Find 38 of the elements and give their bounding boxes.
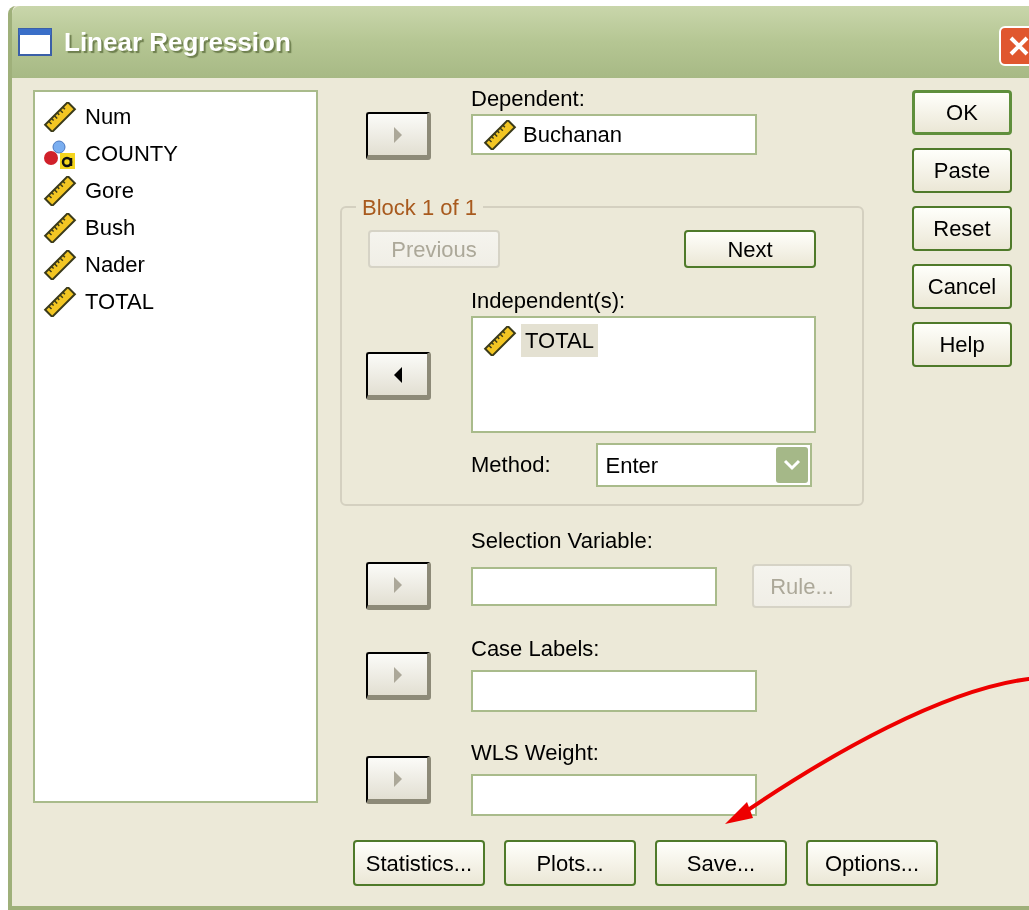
variable-item[interactable]: Bush: [81, 211, 140, 244]
variable-item[interactable]: Num: [81, 100, 136, 133]
button[interactable]: Cancel: [912, 264, 1012, 309]
variable-list[interactable]: Num COUNTY Gore Bush Nader TOTAL: [33, 90, 318, 803]
input-field[interactable]: [471, 566, 717, 606]
window-icon: [18, 28, 52, 56]
window-title: Linear Regression: [64, 25, 291, 59]
variable-item: Buchanan: [523, 121, 623, 149]
close-button[interactable]: [999, 26, 1029, 66]
input-field[interactable]: [471, 774, 757, 816]
close-icon: [1007, 34, 1029, 58]
independent-list[interactable]: TOTAL: [471, 316, 816, 433]
button[interactable]: Reset: [912, 206, 1012, 251]
button[interactable]: Plots...: [504, 840, 636, 886]
variable-item[interactable]: Nader: [81, 248, 149, 281]
button[interactable]: Next: [684, 230, 816, 268]
field-label: WLS Weight:: [471, 740, 600, 766]
dependent-field[interactable]: Buchanan: [471, 114, 757, 155]
button[interactable]: OK: [912, 90, 1012, 135]
dropdown-value: Enter: [605, 451, 660, 480]
field-label: Selection Variable:: [471, 528, 654, 554]
input-field[interactable]: [471, 670, 757, 712]
method-dropdown[interactable]: Enter: [595, 443, 812, 487]
button[interactable]: Options...: [806, 840, 938, 886]
field-label: Method:: [471, 452, 551, 478]
variable-item[interactable]: COUNTY: [81, 137, 182, 170]
variable-item[interactable]: Gore: [81, 174, 138, 207]
field-label: Dependent:: [471, 86, 586, 112]
button[interactable]: Save...: [655, 840, 787, 886]
field-label: Case Labels:: [471, 636, 601, 662]
field-label: Independent(s):: [471, 288, 627, 314]
variable-item[interactable]: TOTAL: [521, 324, 598, 357]
button[interactable]: Paste: [912, 148, 1012, 193]
button[interactable]: Help: [912, 322, 1012, 367]
variable-item[interactable]: TOTAL: [81, 285, 158, 318]
button[interactable]: Statistics...: [353, 840, 485, 886]
arrow-button[interactable]: [366, 352, 431, 400]
string-variable-icon: [43, 138, 77, 169]
